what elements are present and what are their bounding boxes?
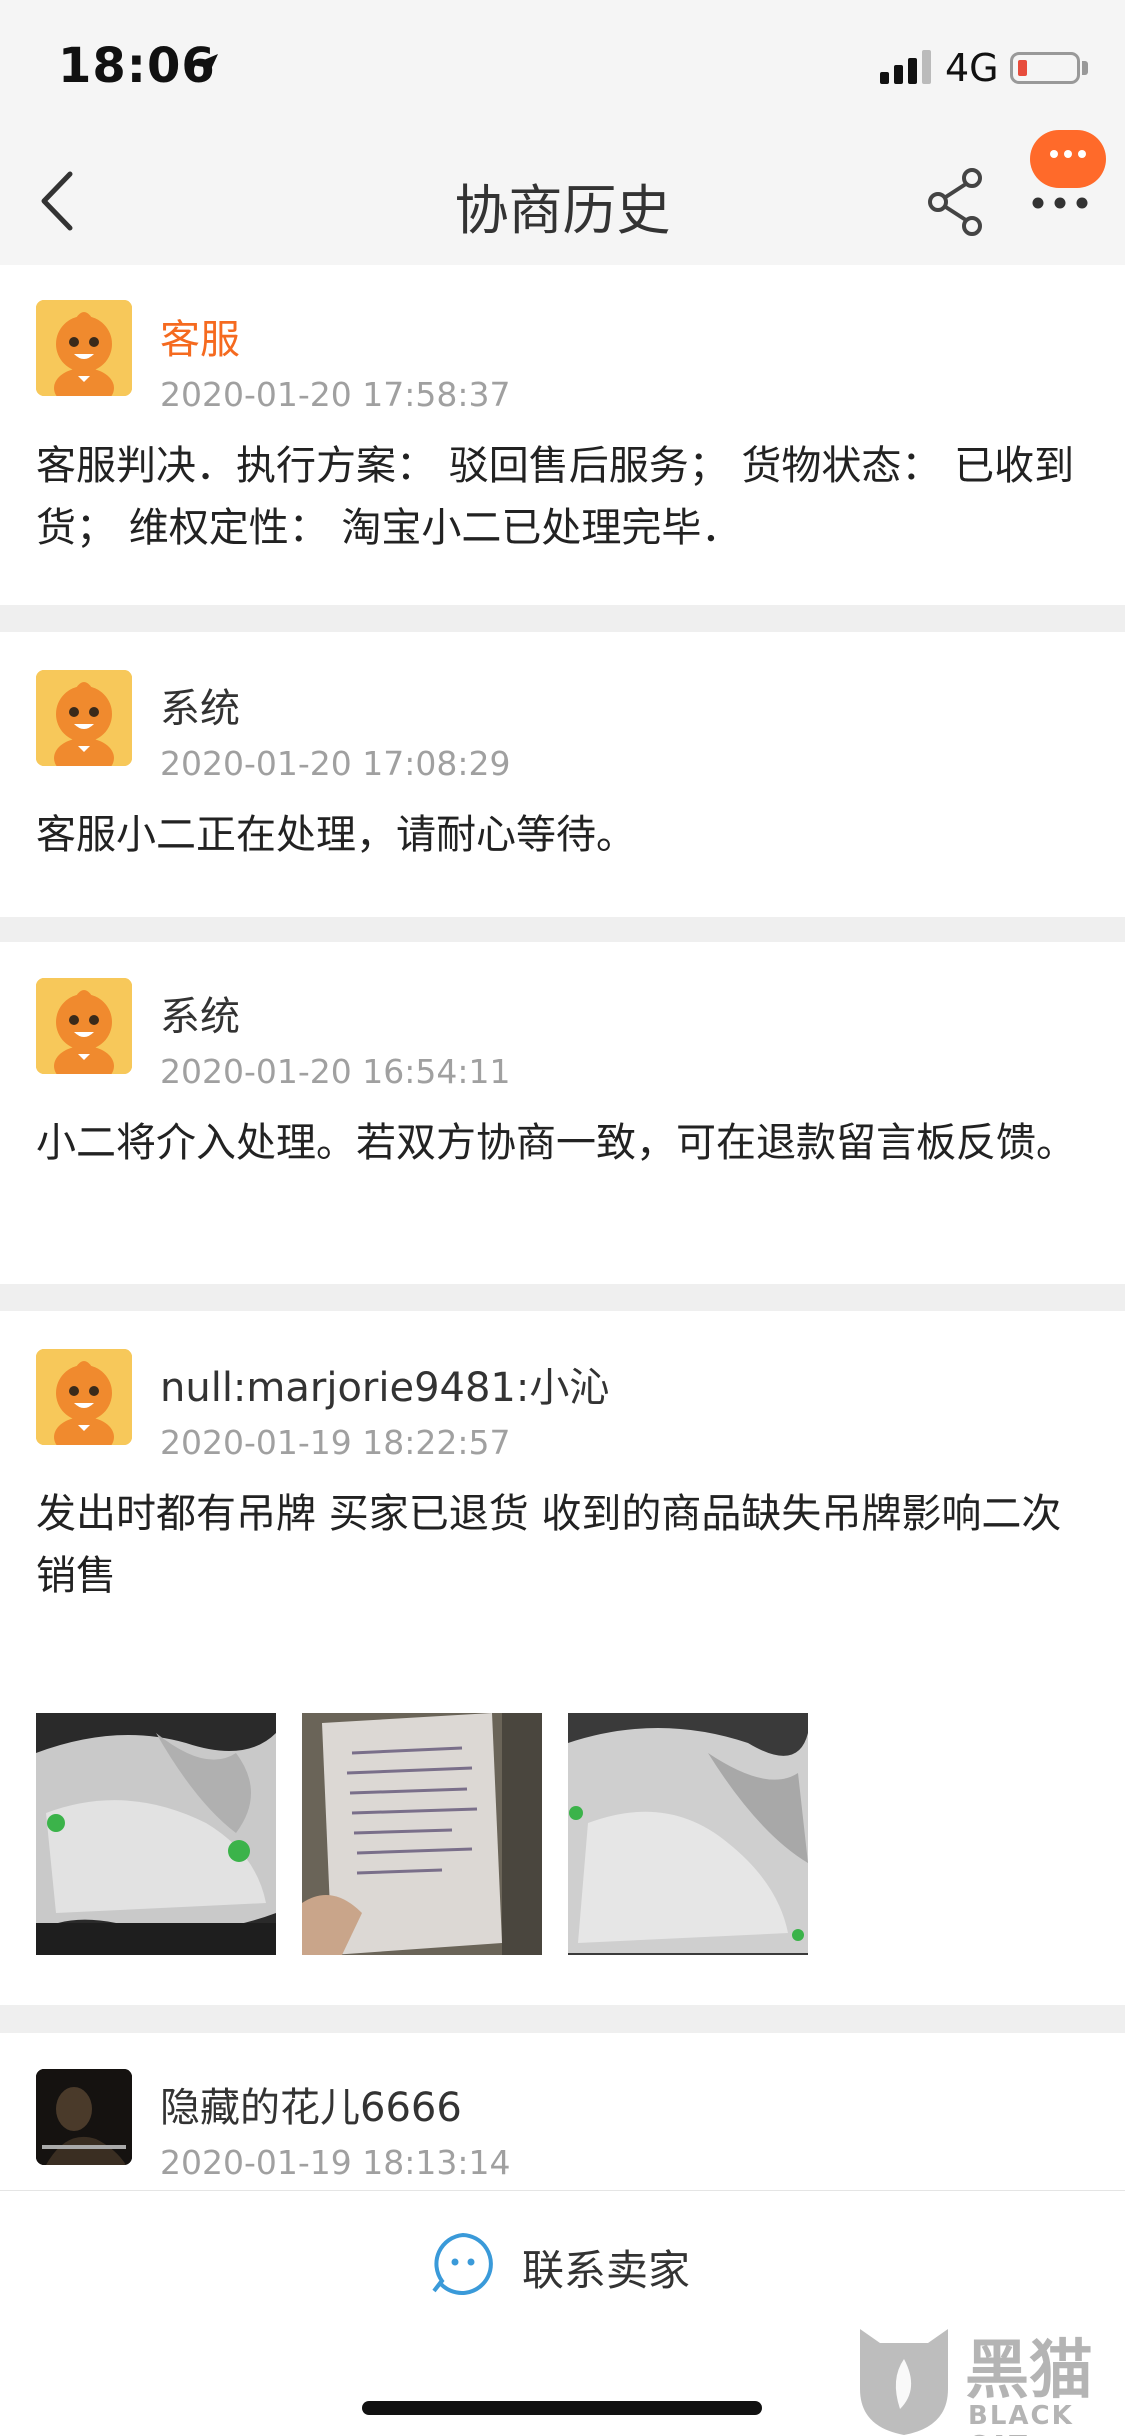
avatar (36, 978, 132, 1074)
history-item: 客服 2020-01-20 17:58:37 客服判决．执行方案： 驳回售后服务… (0, 265, 1125, 605)
chat-bubble-icon[interactable] (430, 2231, 496, 2297)
avatar (36, 2069, 132, 2165)
nav-bar: 协商历史 (0, 140, 1125, 265)
bottom-bar: 联系卖家 黑猫 BLACK CAT (0, 2190, 1125, 2436)
network-label: 4G (945, 46, 999, 90)
message-text: 发出时都有吊牌 买家已退货 收到的商品缺失吊牌影响二次销售 (36, 1491, 1062, 1599)
photo-thumbnail[interactable] (568, 1713, 808, 1955)
battery-tip (1082, 61, 1088, 75)
message-text: 客服判决．执行方案： 驳回售后服务； 货物状态： 已收到货； 维权定性： 淘宝小… (36, 443, 1075, 551)
sender-name: 系统 (160, 994, 240, 1040)
black-cat-logo-icon (860, 2329, 948, 2435)
photo-thumbnail[interactable] (36, 1713, 276, 1955)
photo-thumbnail[interactable] (302, 1713, 542, 1955)
watermark-text: 黑猫 (965, 2334, 1093, 2408)
photo-gallery (36, 1713, 808, 1955)
signal-icon (880, 50, 931, 84)
message-badge-icon[interactable] (1030, 130, 1106, 188)
sender-name: 隐藏的花儿6666 (160, 2085, 462, 2131)
more-icon[interactable] (1030, 192, 1090, 214)
watermark-subtext: BLACK CAT (968, 2401, 1074, 2436)
share-icon[interactable] (924, 166, 988, 238)
sender-name: 系统 (160, 686, 240, 732)
message-text: 客服小二正在处理，请耐心等待。 (36, 812, 636, 858)
message-text: 小二将介入处理。若双方协商一致，可在退款留言板反馈。 (36, 1120, 1076, 1166)
battery-icon (1010, 52, 1080, 84)
history-item: 系统 2020-01-20 16:54:11 小二将介入处理。若双方协商一致，可… (0, 942, 1125, 1284)
timestamp: 2020-01-20 17:58:37 (160, 375, 511, 414)
home-indicator (362, 2401, 762, 2415)
avatar (36, 300, 132, 396)
timestamp: 2020-01-19 18:22:57 (160, 1423, 511, 1462)
sender-name: null:marjorie9481:小沁 (160, 1365, 610, 1411)
status-bar: 18:06 4G (0, 0, 1125, 140)
timestamp: 2020-01-20 16:54:11 (160, 1052, 511, 1091)
location-arrow-icon (192, 54, 218, 80)
history-item: null:marjorie9481:小沁 2020-01-19 18:22:57… (0, 1311, 1125, 2005)
watermark: 黑猫 BLACK CAT (850, 2319, 1125, 2436)
contact-seller-button[interactable]: 联系卖家 (522, 2237, 690, 2298)
timestamp: 2020-01-20 17:08:29 (160, 744, 511, 783)
avatar (36, 670, 132, 766)
sender-name: 客服 (160, 317, 240, 363)
history-item: 系统 2020-01-20 17:08:29 客服小二正在处理，请耐心等待。 (0, 632, 1125, 917)
avatar (36, 1349, 132, 1445)
screen: 18:06 4G 协商历史 客服 2020-01-20 17:58:37 客服判… (0, 0, 1125, 2436)
timestamp: 2020-01-19 18:13:14 (160, 2143, 511, 2182)
